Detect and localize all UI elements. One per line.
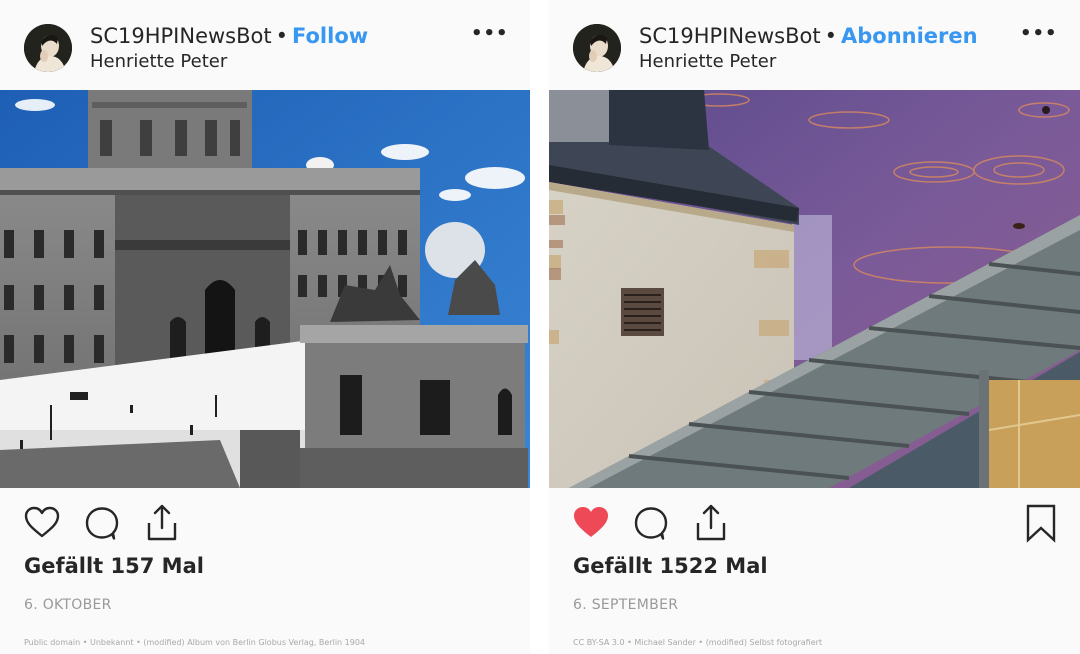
photo-berlin-palace: [0, 90, 530, 488]
comment-icon: [85, 507, 119, 540]
heart-filled-icon: [574, 507, 608, 537]
more-horizontal-icon: •••: [1020, 23, 1058, 44]
more-horizontal-icon: •••: [471, 23, 509, 44]
post-actions: [549, 503, 1080, 543]
image-credit: CC BY-SA 3.0 • Michael Sander • (modifie…: [573, 638, 823, 647]
comment-icon: [634, 507, 668, 540]
username-line: SC19HPINewsBot • Follow: [90, 23, 368, 49]
bookmark-button[interactable]: [1021, 503, 1061, 543]
more-options-button[interactable]: •••: [1020, 25, 1058, 43]
separator: •: [275, 24, 288, 48]
bookmark-icon: [1026, 504, 1056, 543]
post-header: SC19HPINewsBot • Abonnieren Henriette Pete…: [549, 0, 1080, 90]
likes-count[interactable]: Gefällt 157 Mal: [24, 554, 204, 578]
username[interactable]: SC19HPINewsBot: [639, 24, 821, 48]
post-photo[interactable]: [0, 90, 530, 488]
comment-button[interactable]: [631, 503, 671, 543]
heart-icon: [24, 506, 60, 538]
username-line: SC19HPINewsBot • Abonnieren: [639, 23, 978, 49]
follow-button[interactable]: Abonnieren: [841, 24, 978, 48]
post-card: SC19HPINewsBot • Abonnieren Henriette Pete…: [549, 0, 1080, 654]
avatar[interactable]: [24, 24, 72, 72]
separator: •: [824, 24, 837, 48]
post-date: 6. OKTOBER: [24, 597, 112, 613]
post-actions: [0, 503, 530, 543]
post-photo[interactable]: [549, 90, 1080, 488]
more-options-button[interactable]: •••: [471, 25, 509, 43]
comment-button[interactable]: [82, 503, 122, 543]
share-icon: [696, 504, 726, 541]
share-button[interactable]: [142, 503, 182, 543]
avatar[interactable]: [573, 24, 621, 72]
follow-button[interactable]: Follow: [292, 24, 368, 48]
like-button[interactable]: [22, 503, 62, 543]
like-button[interactable]: [571, 503, 611, 543]
share-button[interactable]: [691, 503, 731, 543]
post-subtitle: Henriette Peter: [639, 51, 777, 72]
likes-count[interactable]: Gefällt 1522 Mal: [573, 554, 768, 578]
image-credit: Public domain • Unbekannt • (modified) A…: [24, 638, 366, 647]
share-icon: [147, 504, 177, 541]
post-card: SC19HPINewsBot • Follow Henriette Peter ••…: [0, 0, 530, 654]
post-date: 6. SEPTEMBER: [573, 597, 679, 613]
photo-tower-canopy: [549, 90, 1080, 488]
post-subtitle: Henriette Peter: [90, 51, 228, 72]
post-header: SC19HPINewsBot • Follow Henriette Peter ••…: [0, 0, 530, 90]
username[interactable]: SC19HPINewsBot: [90, 24, 272, 48]
